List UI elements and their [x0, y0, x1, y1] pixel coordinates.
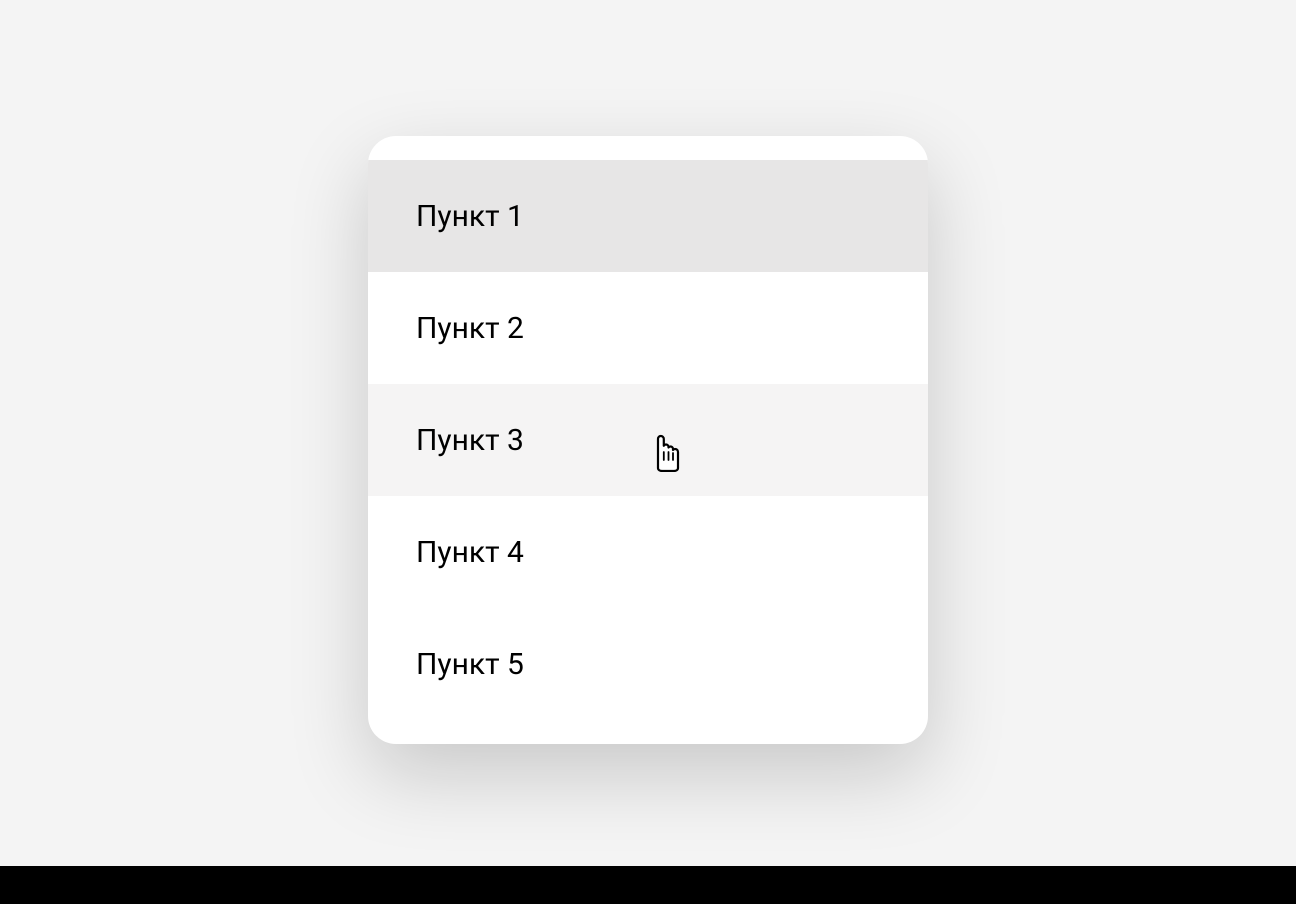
- menu-item-3[interactable]: Пункт 3: [368, 384, 928, 496]
- menu-item-label: Пункт 1: [416, 199, 524, 234]
- menu-item-label: Пункт 4: [416, 535, 524, 570]
- menu-item-5[interactable]: Пункт 5: [368, 608, 928, 720]
- menu-list: Пункт 1 Пункт 2 Пункт 3 Пункт 4 Пункт 5: [368, 136, 928, 744]
- menu-item-label: Пункт 5: [416, 647, 524, 682]
- menu-item-4[interactable]: Пункт 4: [368, 496, 928, 608]
- menu-item-label: Пункт 3: [416, 423, 524, 458]
- menu-item-1[interactable]: Пункт 1: [368, 160, 928, 272]
- menu-item-label: Пункт 2: [416, 311, 524, 346]
- bottom-band: [0, 866, 1296, 904]
- menu-item-2[interactable]: Пункт 2: [368, 272, 928, 384]
